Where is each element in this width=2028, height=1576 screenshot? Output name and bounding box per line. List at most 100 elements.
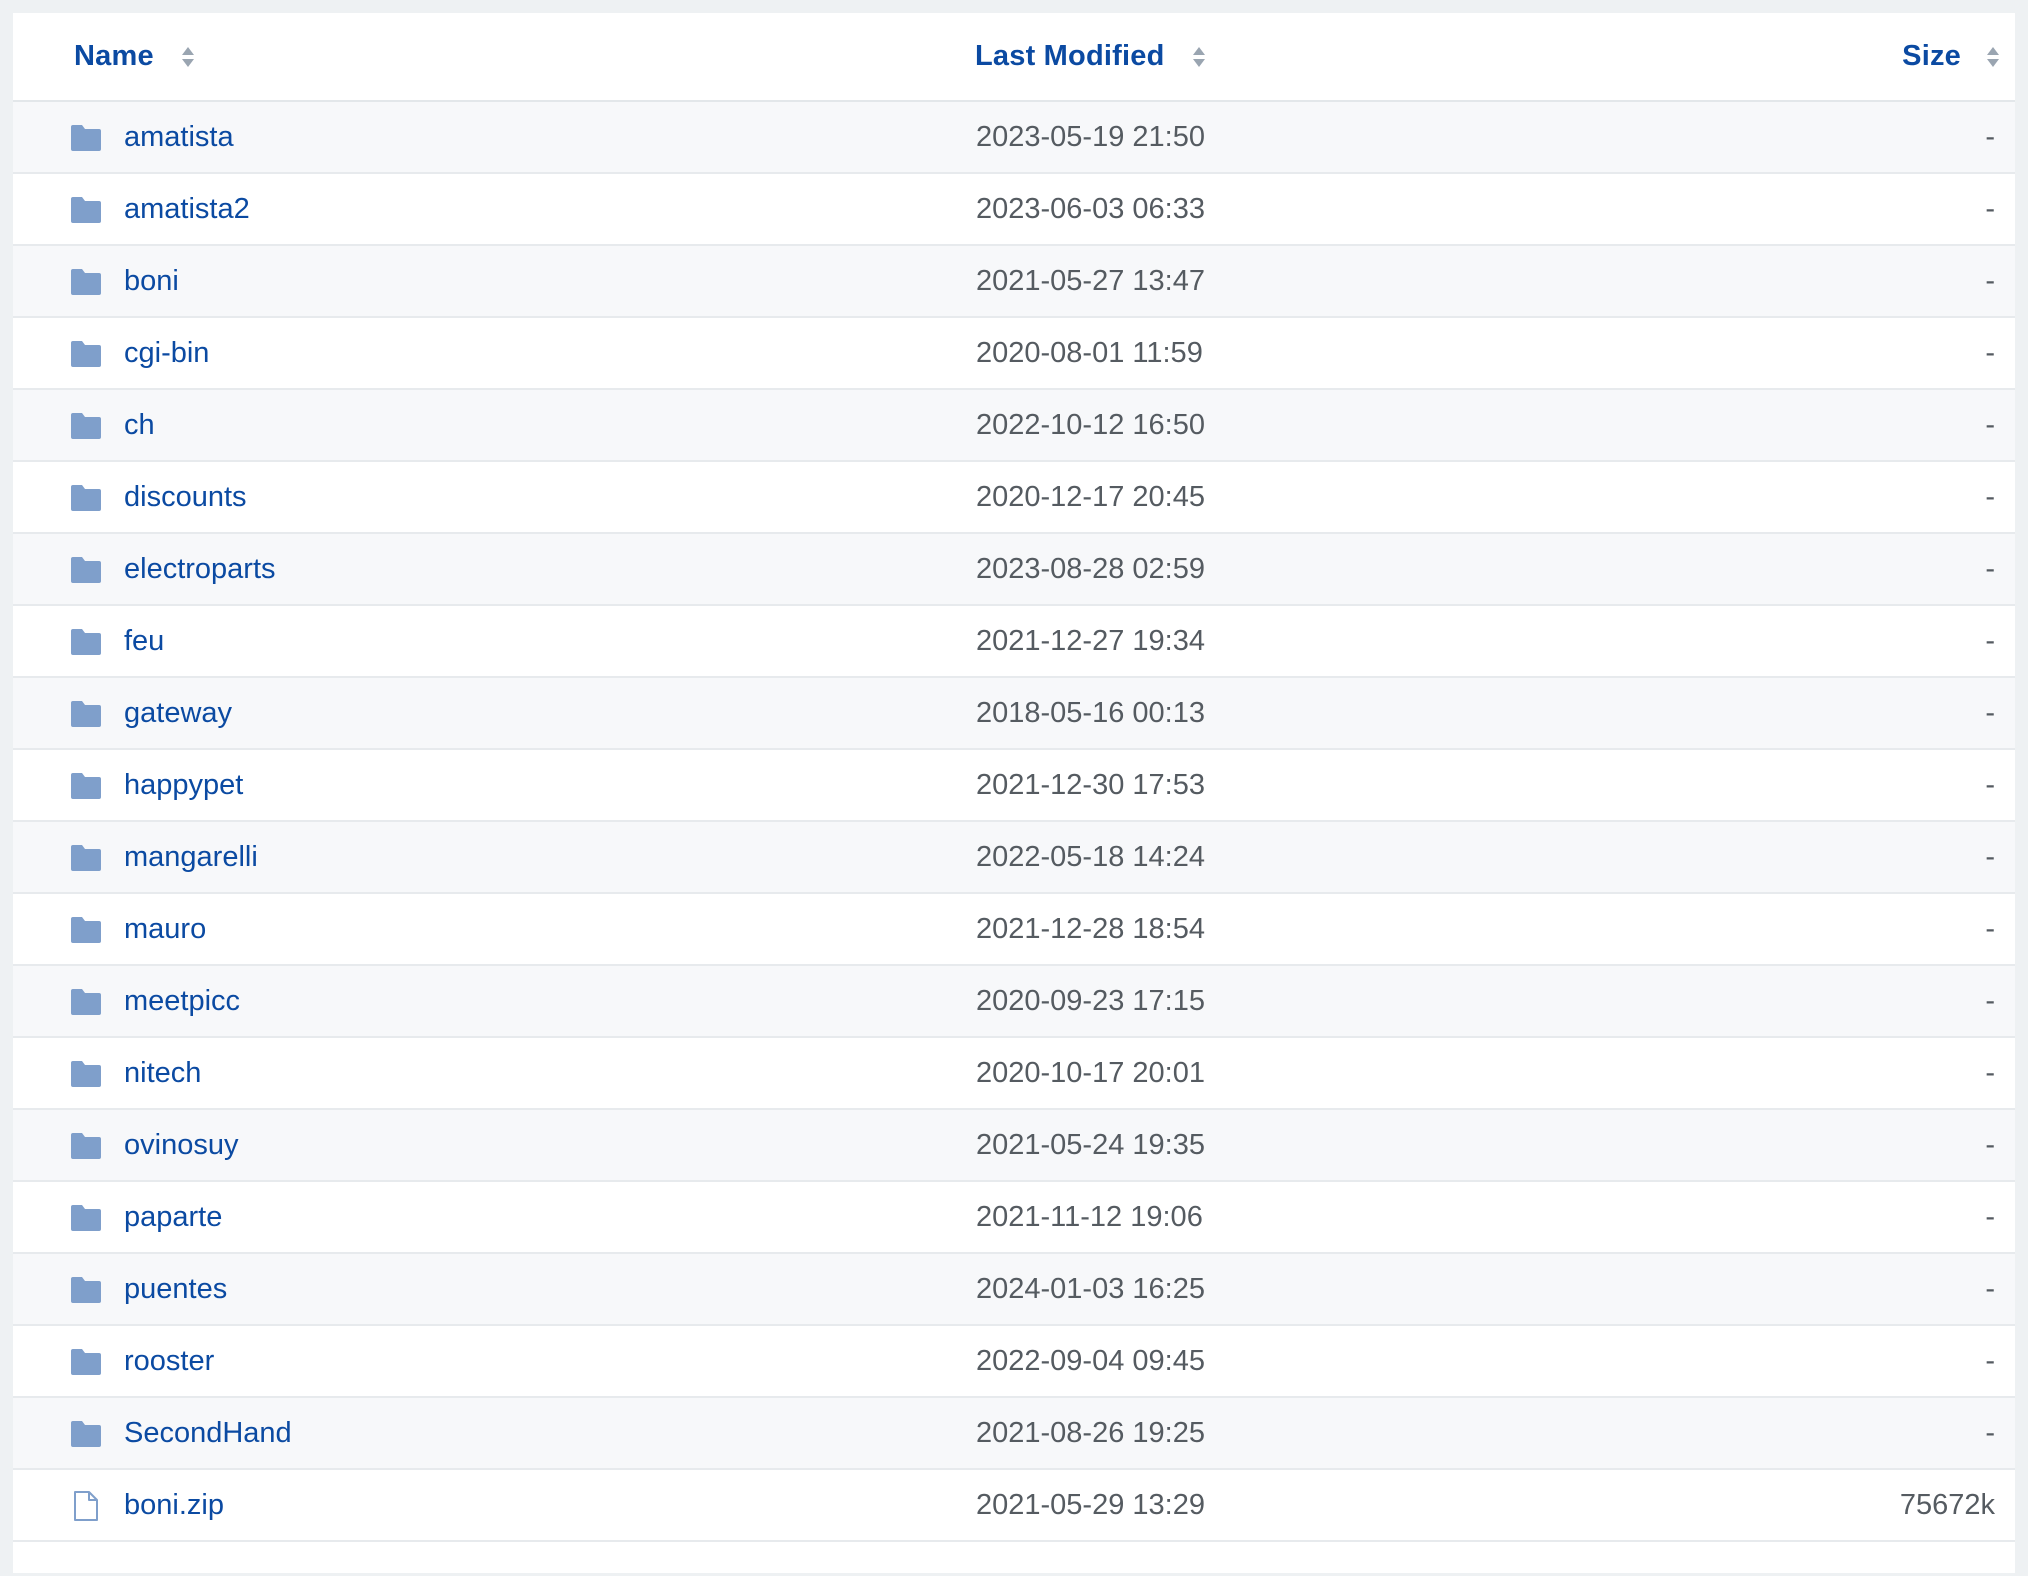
- file-list: amatista 2023-05-19 21:50 - amatista2 20…: [13, 102, 2015, 1542]
- last-modified-cell: 2020-08-01 11:59: [976, 337, 1203, 369]
- folder-icon: [71, 989, 101, 1015]
- folder-icon: [71, 701, 101, 727]
- folder-icon: [71, 629, 101, 655]
- table-row: feu 2021-12-27 19:34 -: [13, 606, 2015, 678]
- size-cell: -: [1985, 409, 1995, 441]
- size-cell: -: [1985, 553, 1995, 585]
- sort-by-last-modified-header[interactable]: Last Modified: [975, 13, 1207, 100]
- folder-icon: [71, 1421, 101, 1447]
- size-cell: -: [1985, 481, 1995, 513]
- folder-icon: [71, 845, 101, 871]
- size-cell: -: [1985, 769, 1995, 801]
- folder-icon: [71, 557, 101, 583]
- entry-link[interactable]: rooster: [124, 1326, 214, 1396]
- name-column-label: Name: [74, 40, 154, 72]
- sort-icon: [1192, 46, 1205, 67]
- entry-link[interactable]: cgi-bin: [124, 318, 209, 388]
- entry-link[interactable]: electroparts: [124, 534, 276, 604]
- folder-icon: [71, 1277, 101, 1303]
- entry-link[interactable]: mauro: [124, 894, 206, 964]
- table-row: gateway 2018-05-16 00:13 -: [13, 678, 2015, 750]
- entry-link[interactable]: boni.zip: [124, 1470, 224, 1540]
- size-cell: 75672k: [1899, 1489, 1995, 1521]
- folder-icon: [71, 125, 101, 151]
- size-cell: -: [1985, 1129, 1995, 1161]
- entry-link[interactable]: feu: [124, 606, 164, 676]
- folder-icon: [71, 1205, 101, 1231]
- table-row: amatista 2023-05-19 21:50 -: [13, 102, 2015, 174]
- folder-icon: [71, 917, 101, 943]
- table-row: happypet 2021-12-30 17:53 -: [13, 750, 2015, 822]
- folder-icon: [71, 269, 101, 295]
- table-row: nitech 2020-10-17 20:01 -: [13, 1038, 2015, 1110]
- directory-listing: Name Last Modified Size amatista 2023-05…: [13, 13, 2015, 1573]
- last-modified-column-label: Last Modified: [975, 40, 1165, 72]
- last-modified-cell: 2023-08-28 02:59: [976, 553, 1205, 585]
- entry-link[interactable]: nitech: [124, 1038, 201, 1108]
- last-modified-cell: 2023-06-03 06:33: [976, 193, 1205, 225]
- entry-link[interactable]: boni: [124, 246, 179, 316]
- sort-by-size-header[interactable]: Size: [1902, 13, 2001, 100]
- last-modified-cell: 2021-12-27 19:34: [976, 625, 1205, 657]
- last-modified-cell: 2022-09-04 09:45: [976, 1345, 1205, 1377]
- size-cell: -: [1985, 625, 1995, 657]
- table-row: paparte 2021-11-12 19:06 -: [13, 1182, 2015, 1254]
- size-cell: -: [1985, 913, 1995, 945]
- entry-link[interactable]: gateway: [124, 678, 232, 748]
- folder-icon: [71, 485, 101, 511]
- sort-by-name-header[interactable]: Name: [74, 13, 196, 100]
- entry-link[interactable]: amatista: [124, 102, 234, 172]
- last-modified-cell: 2024-01-03 16:25: [976, 1273, 1205, 1305]
- entry-link[interactable]: happypet: [124, 750, 243, 820]
- entry-link[interactable]: SecondHand: [124, 1398, 292, 1468]
- last-modified-cell: 2020-12-17 20:45: [976, 481, 1205, 513]
- table-row: SecondHand 2021-08-26 19:25 -: [13, 1398, 2015, 1470]
- size-column-label: Size: [1902, 40, 1961, 72]
- folder-icon: [71, 197, 101, 223]
- last-modified-cell: 2021-12-30 17:53: [976, 769, 1205, 801]
- sort-icon: [181, 46, 194, 67]
- entry-link[interactable]: ovinosuy: [124, 1110, 238, 1180]
- table-row: amatista2 2023-06-03 06:33 -: [13, 174, 2015, 246]
- last-modified-cell: 2021-12-28 18:54: [976, 913, 1205, 945]
- sort-icon: [1987, 46, 1999, 67]
- size-cell: -: [1985, 1273, 1995, 1305]
- size-cell: -: [1985, 697, 1995, 729]
- last-modified-cell: 2022-05-18 14:24: [976, 841, 1205, 873]
- table-row: electroparts 2023-08-28 02:59 -: [13, 534, 2015, 606]
- entry-link[interactable]: discounts: [124, 462, 247, 532]
- size-cell: -: [1985, 985, 1995, 1017]
- folder-icon: [71, 1349, 101, 1375]
- table-row: ch 2022-10-12 16:50 -: [13, 390, 2015, 462]
- size-cell: -: [1985, 841, 1995, 873]
- table-row: discounts 2020-12-17 20:45 -: [13, 462, 2015, 534]
- table-row: puentes 2024-01-03 16:25 -: [13, 1254, 2015, 1326]
- last-modified-cell: 2018-05-16 00:13: [976, 697, 1205, 729]
- folder-icon: [71, 1061, 101, 1087]
- table-row: cgi-bin 2020-08-01 11:59 -: [13, 318, 2015, 390]
- folder-icon: [71, 1133, 101, 1159]
- size-cell: -: [1985, 193, 1995, 225]
- entry-link[interactable]: mangarelli: [124, 822, 258, 892]
- file-icon: [74, 1491, 98, 1521]
- entry-link[interactable]: ch: [124, 390, 155, 460]
- last-modified-cell: 2021-05-29 13:29: [976, 1489, 1205, 1521]
- table-row: boni.zip 2021-05-29 13:29 75672k: [13, 1470, 2015, 1542]
- entry-link[interactable]: paparte: [124, 1182, 222, 1252]
- size-cell: -: [1985, 1201, 1995, 1233]
- last-modified-cell: 2021-11-12 19:06: [976, 1201, 1203, 1233]
- entry-link[interactable]: amatista2: [124, 174, 250, 244]
- table-row: boni 2021-05-27 13:47 -: [13, 246, 2015, 318]
- last-modified-cell: 2020-09-23 17:15: [976, 985, 1205, 1017]
- table-row: rooster 2022-09-04 09:45 -: [13, 1326, 2015, 1398]
- size-cell: -: [1985, 265, 1995, 297]
- size-cell: -: [1985, 1057, 1995, 1089]
- table-row: mangarelli 2022-05-18 14:24 -: [13, 822, 2015, 894]
- table-header: Name Last Modified Size: [13, 13, 2015, 102]
- entry-link[interactable]: meetpicc: [124, 966, 240, 1036]
- folder-icon: [71, 341, 101, 367]
- last-modified-cell: 2023-05-19 21:50: [976, 121, 1205, 153]
- size-cell: -: [1985, 1417, 1995, 1449]
- entry-link[interactable]: puentes: [124, 1254, 227, 1324]
- last-modified-cell: 2022-10-12 16:50: [976, 409, 1205, 441]
